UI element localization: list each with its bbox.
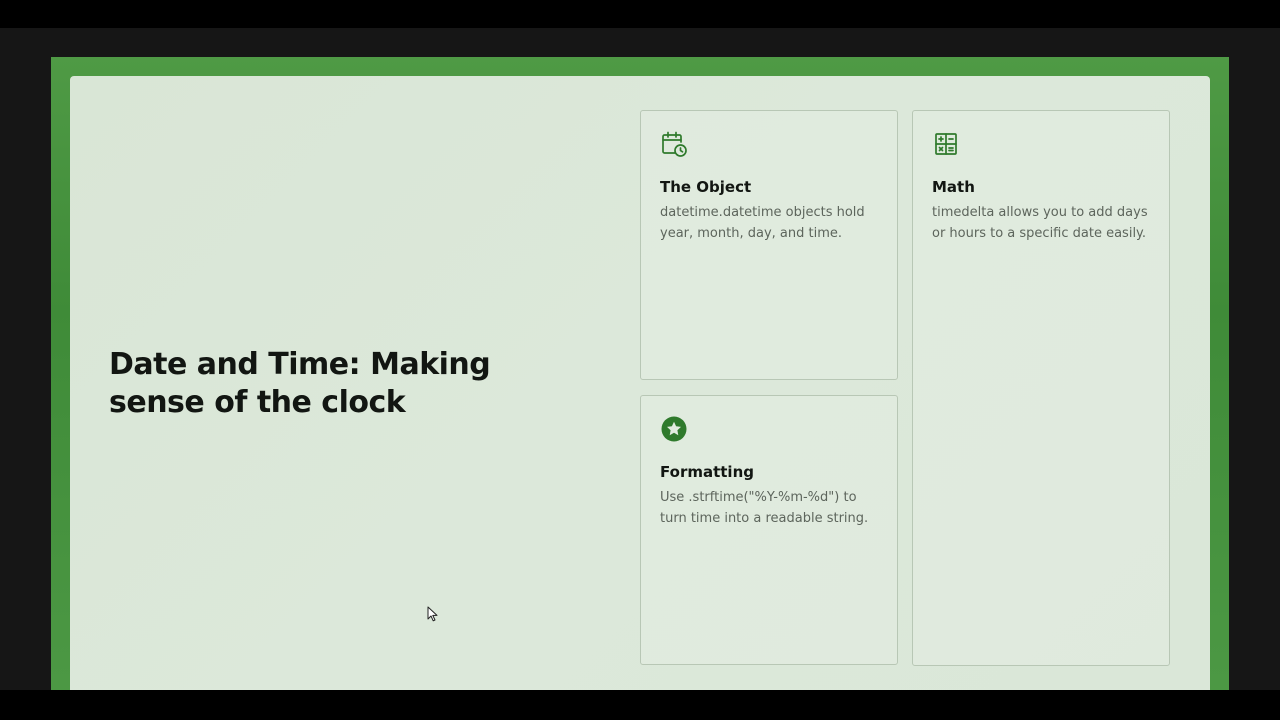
card-description: timedelta allows you to add days or hour… — [932, 205, 1148, 241]
card-math: Math timedelta allows you to add days or… — [912, 110, 1170, 666]
slide: Date and Time: Making sense of the clock… — [70, 76, 1210, 690]
card-description: Use .strftime("%Y-%m-%d") to turn time i… — [660, 490, 869, 526]
card-heading: The Object — [660, 178, 752, 196]
top-letterbox — [0, 0, 1280, 28]
star-badge-icon — [660, 415, 688, 443]
bottom-letterbox — [0, 690, 1280, 720]
mouse-pointer-icon — [427, 606, 439, 622]
card-description: datetime.datetime objects hold year, mon… — [660, 205, 865, 241]
presentation-screen: Date and Time: Making sense of the clock… — [0, 0, 1280, 720]
card-formatting: Formatting Use .strftime("%Y-%m-%d") to … — [640, 395, 898, 665]
card-the-object: The Object datetime.datetime objects hol… — [640, 110, 898, 380]
card-heading: Formatting — [660, 463, 754, 481]
calendar-clock-icon — [660, 130, 688, 158]
card-heading: Math — [932, 178, 975, 196]
calculator-icon — [932, 130, 960, 158]
slide-frame: Date and Time: Making sense of the clock… — [51, 57, 1229, 690]
slide-title: Date and Time: Making sense of the clock — [109, 347, 491, 420]
